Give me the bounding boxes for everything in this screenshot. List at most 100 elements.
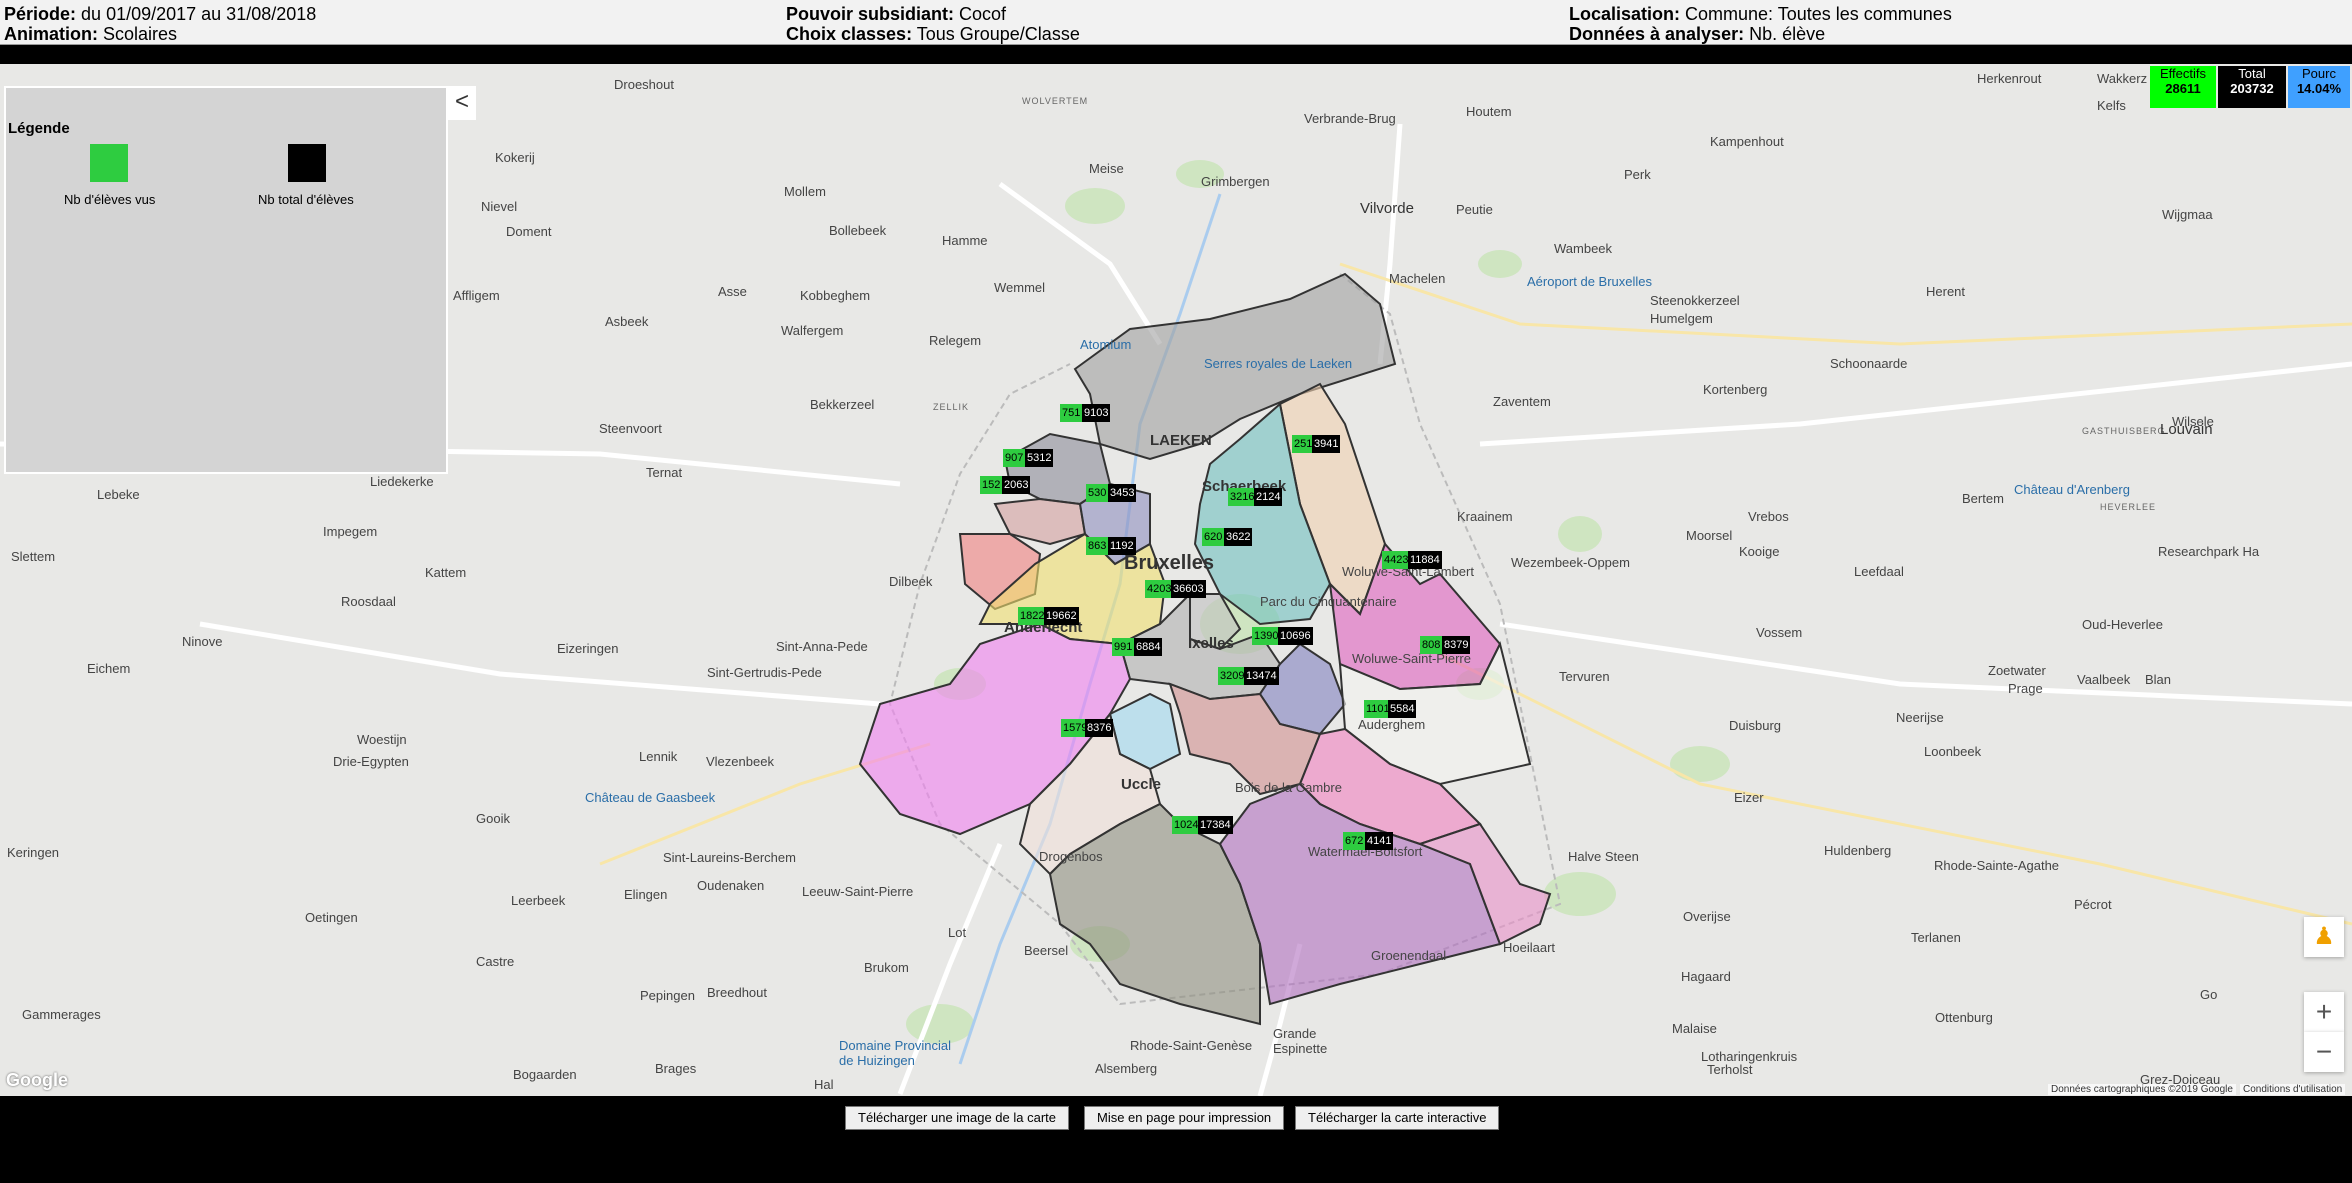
place-label: Ternat [646, 465, 683, 480]
commune-seen-value[interactable]: 152 [980, 476, 1003, 494]
legend-label-seen: Nb d'élèves vus [64, 192, 156, 207]
commune-total-value[interactable]: 6884 [1134, 638, 1163, 656]
commune-total-value[interactable]: 4141 [1365, 832, 1394, 850]
commune-total-value[interactable]: 2063 [1002, 476, 1031, 494]
animation-value: Scolaires [103, 24, 178, 44]
map-data-credit: Données cartographiques ©2019 Google [2048, 1084, 2236, 1095]
place-label: Machelen [1389, 271, 1446, 286]
place-label: Ninove [182, 634, 223, 649]
commune-seen-value[interactable]: 530 [1086, 484, 1109, 502]
place-label: Pepingen [640, 988, 695, 1003]
download-interactive-map-button[interactable]: Télécharger la carte interactive [1295, 1106, 1500, 1130]
commune-seen-value[interactable]: 251 [1292, 435, 1315, 453]
terms-link[interactable]: Conditions d'utilisation [2240, 1084, 2346, 1095]
effectifs-label: Effectifs [2159, 66, 2206, 81]
total-label: Total [2238, 66, 2266, 81]
commune-total-value[interactable]: 8379 [1442, 636, 1471, 654]
google-logo: Google [6, 1070, 68, 1090]
place-label: Rhode-Saint-Genèse [1130, 1038, 1253, 1053]
commune-seen-value[interactable]: 1390 [1252, 627, 1281, 645]
place-label: Asbeek [605, 314, 649, 329]
place-label: Domaine Provincial de Huizingen [839, 1038, 951, 1068]
place-label: Vaalbeek [2077, 672, 2131, 687]
place-label: Vrebos [1748, 509, 1789, 524]
commune-seen-value[interactable]: 3209 [1218, 667, 1247, 685]
commune-seen-value[interactable]: 863 [1086, 537, 1109, 555]
print-layout-button[interactable]: Mise en page pour impression [1084, 1106, 1285, 1130]
commune-total-value[interactable]: 5312 [1025, 449, 1054, 467]
place-label: Vlezenbeek [706, 754, 774, 769]
animation-label: Animation: [4, 24, 98, 44]
street-view-pegman-icon[interactable]: ♟ [2304, 917, 2344, 957]
legend-panel: Légende Nb d'élèves vus Nb total d'élève… [4, 86, 448, 474]
legend-label-total: Nb total d'élèves [258, 192, 354, 207]
effectifs-box: Effectifs 28611 [2150, 66, 2216, 108]
commune-total-value[interactable]: 2124 [1254, 488, 1283, 506]
commune-seen-value[interactable]: 751 [1060, 404, 1083, 422]
commune-seen-value[interactable]: 4423 [1382, 551, 1411, 569]
legend-swatch-seen [90, 144, 128, 182]
place-label: Tervuren [1559, 669, 1610, 684]
commune-total-value[interactable]: 3941 [1312, 435, 1341, 453]
place-label: Sint-Laureins-Berchem [663, 850, 796, 865]
place-label: Elingen [624, 887, 668, 902]
place-label: Wambeek [1554, 241, 1613, 256]
place-label: Steenvoort [599, 421, 662, 436]
place-label: Leeuw-Saint-Pierre [802, 884, 914, 899]
place-label: Wijgmaa [2162, 207, 2213, 222]
place-label: Steenokkerzeel [1650, 293, 1740, 308]
place-label: Sint-Gertrudis-Pede [707, 665, 822, 680]
place-label: Blan [2145, 672, 2172, 687]
place-label: Lebeke [97, 487, 140, 502]
commune-total-value[interactable]: 3622 [1224, 528, 1253, 546]
commune-total-value[interactable]: 5584 [1388, 700, 1417, 718]
commune-total-value[interactable]: 10696 [1278, 627, 1313, 645]
place-label: Malaise [1672, 1021, 1717, 1036]
commune-seen-value[interactable]: 3216 [1228, 488, 1257, 506]
commune-seen-value[interactable]: 620 [1202, 528, 1225, 546]
commune-seen-value[interactable]: 672 [1343, 832, 1366, 850]
zoom-in-button[interactable]: + [2304, 992, 2344, 1032]
download-image-button[interactable]: Télécharger une image de la carte [845, 1106, 1070, 1130]
place-label: Woestijn [357, 732, 407, 747]
place-label: Kooige [1739, 544, 1780, 559]
commune-seen-value[interactable]: 991 [1112, 638, 1135, 656]
place-label: Pécrot [2074, 897, 2112, 912]
place-label: Impegem [323, 524, 378, 539]
place-label: Vilvorde [1360, 200, 1414, 217]
periode-label: Période: [4, 4, 77, 24]
commune-total-value[interactable]: 17384 [1198, 816, 1233, 834]
commune-total-value[interactable]: 1192 [1108, 537, 1136, 555]
total-box: Total 203732 [2218, 66, 2286, 108]
commune-total-value[interactable]: 13474 [1244, 667, 1279, 685]
commune-total-value[interactable]: 9103 [1082, 404, 1111, 422]
place-label: Grande Espinette [1273, 1026, 1328, 1056]
commune-seen-value[interactable]: 4203 [1145, 580, 1174, 598]
place-label: Duisburg [1729, 718, 1782, 733]
commune-seen-value[interactable]: 808 [1420, 636, 1443, 654]
pourc-value: 14.04% [2296, 81, 2342, 96]
place-label: Drie-Egypten [333, 754, 409, 769]
commune-total-value[interactable]: 11884 [1408, 551, 1442, 569]
commune-seen-value[interactable]: 907 [1003, 449, 1026, 467]
localisation-row: Localisation: Commune: Toutes les commun… [1569, 4, 1952, 24]
commune-seen-value[interactable]: 1024 [1172, 816, 1201, 834]
donnees-value: Nb. élève [1749, 24, 1826, 44]
place-label: Zoetwater [1988, 663, 2046, 678]
commune-total-value[interactable]: 3453 [1108, 484, 1137, 502]
place-label: Eizer [1734, 790, 1764, 805]
place-label: Bogaarden [513, 1067, 577, 1082]
zoom-out-button[interactable]: − [2304, 1032, 2344, 1072]
place-label: Affligem [453, 288, 500, 303]
place-label: Go [2200, 987, 2218, 1002]
place-label: Zaventem [1493, 394, 1551, 409]
commune-total-value[interactable]: 36603 [1171, 580, 1206, 598]
place-label: Slettem [11, 549, 56, 564]
place-label: Kattem [425, 565, 467, 580]
commune-seen-value[interactable]: 1822 [1018, 607, 1047, 625]
commune-total-value[interactable]: 8376 [1085, 719, 1114, 737]
commune-total-value[interactable]: 19662 [1044, 607, 1079, 625]
collapse-legend-button[interactable]: < [448, 86, 476, 120]
place-label: Lot [948, 925, 967, 940]
place-label: Breedhout [707, 985, 767, 1000]
